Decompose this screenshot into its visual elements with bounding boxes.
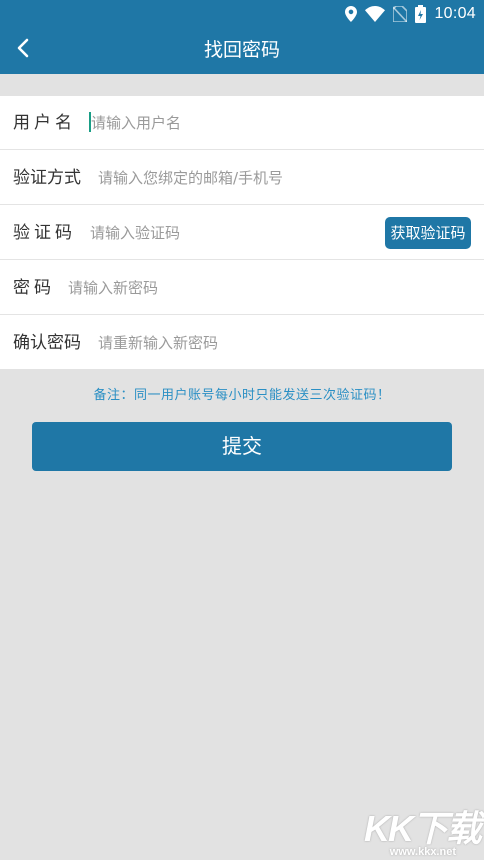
reset-password-form: 用户名 验证方式 验证码 获取验证码 密码 确认密码 [0, 96, 484, 369]
battery-charging-icon [415, 5, 427, 23]
status-icons: 10:04 [345, 4, 476, 24]
page-title: 找回密码 [203, 39, 280, 61]
password-label: 密码 [13, 278, 55, 298]
confirm-password-input[interactable] [98, 328, 468, 358]
status-time: 10:04 [434, 5, 476, 22]
submit-button[interactable]: 提交 [32, 422, 452, 471]
verify-method-label: 验证方式 [13, 168, 81, 188]
app-header: 10:04 找回密码 [0, 0, 484, 74]
verify-code-label: 验证码 [13, 223, 76, 243]
verify-code-input[interactable] [90, 218, 370, 248]
status-bar: 10:04 [0, 0, 484, 28]
password-row: 密码 [0, 261, 484, 315]
username-input[interactable] [91, 108, 391, 138]
verify-code-row: 验证码 获取验证码 [0, 206, 484, 260]
username-row: 用户名 [0, 96, 484, 150]
new-password-input[interactable] [68, 273, 458, 303]
watermark: KK下载 www.kkx.net [360, 800, 482, 858]
get-code-button[interactable]: 获取验证码 [385, 217, 471, 249]
wifi-icon [365, 6, 386, 22]
confirm-password-row: 确认密码 [0, 316, 484, 370]
verify-method-row: 验证方式 [0, 151, 484, 205]
confirm-password-label: 确认密码 [13, 333, 81, 353]
no-sim-icon [393, 6, 408, 22]
watermark-url: www.kkx.net [389, 846, 456, 858]
note-text: 备注：同一用户账号每小时只能发送三次验证码！ [93, 388, 391, 403]
username-label: 用户名 [13, 113, 76, 133]
location-icon [345, 6, 358, 22]
verify-method-input[interactable] [98, 163, 468, 193]
watermark-logo: KK下载 [364, 808, 482, 849]
